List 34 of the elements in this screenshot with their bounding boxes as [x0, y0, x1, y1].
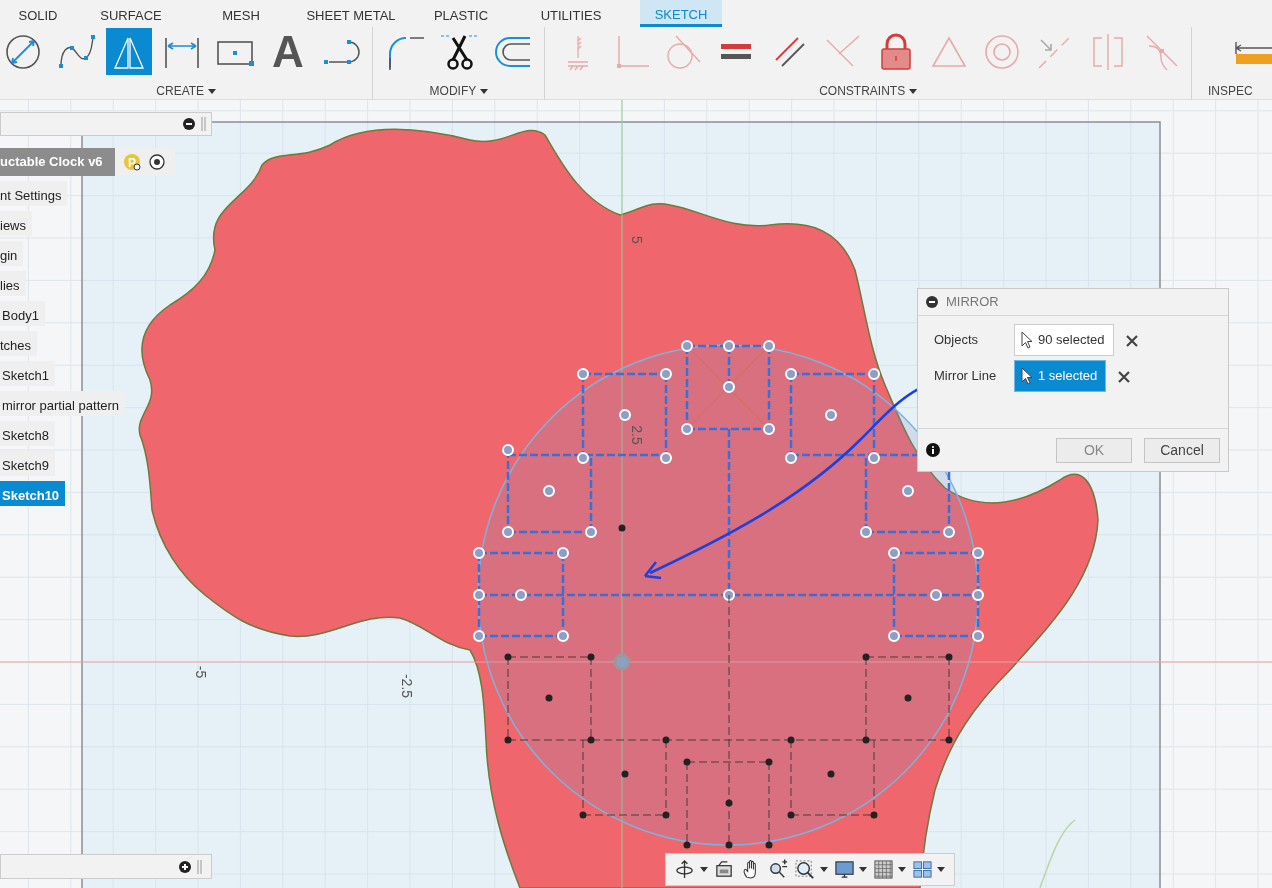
browser-item[interactable]: iews: [0, 210, 32, 236]
axis-label: 5: [629, 236, 645, 244]
toolbar-tab[interactable]: UTILITIES: [516, 0, 626, 27]
text-tool-button[interactable]: A: [265, 28, 311, 75]
group-menu[interactable]: CREATE: [156, 82, 217, 100]
browser-item[interactable]: mirror partial pattern: [0, 390, 126, 416]
browser-item[interactable]: Sketch9: [0, 450, 55, 476]
field-label: Objects: [934, 331, 980, 350]
browser-item[interactable]: tches: [0, 330, 38, 356]
axis-label: -2.5: [399, 673, 415, 699]
browser-item[interactable]: nt Settings: [0, 180, 68, 206]
dialog-title: MIRROR: [946, 293, 999, 312]
axis-label: 2.5: [629, 425, 645, 445]
toolbar-tab[interactable]: PLASTIC: [406, 0, 516, 27]
browser-item[interactable]: Sketch10: [0, 480, 66, 506]
group-menu[interactable]: MODIFY: [429, 82, 489, 100]
group-menu[interactable]: CONSTRAINTS: [819, 82, 918, 100]
badge-icon: P: [122, 152, 141, 171]
toolbar-tab[interactable]: MESH: [186, 0, 296, 27]
selection-field[interactable]: 1 selected: [1014, 360, 1107, 392]
cancel-button[interactable]: Cancel: [1144, 437, 1220, 463]
toolbar-tab[interactable]: SOLID: [0, 0, 76, 27]
field-label: Mirror Line: [934, 367, 998, 386]
browser-item[interactable]: lies: [0, 270, 26, 296]
selection-field[interactable]: 90 selected: [1014, 324, 1114, 356]
browser-item[interactable]: Sketch8: [0, 420, 55, 446]
toolbar-tab[interactable]: SHEET METAL: [296, 0, 406, 27]
browser-item[interactable]: Sketch1: [0, 360, 55, 386]
browser-item[interactable]: gin: [0, 240, 24, 266]
group-menu[interactable]: INSPEC: [1208, 82, 1272, 100]
browser-item[interactable]: Body1: [0, 300, 45, 326]
text-tool-icon: A: [272, 29, 304, 74]
toolbar-tab[interactable]: SURFACE: [76, 0, 186, 27]
axis-label: -5: [193, 665, 209, 679]
